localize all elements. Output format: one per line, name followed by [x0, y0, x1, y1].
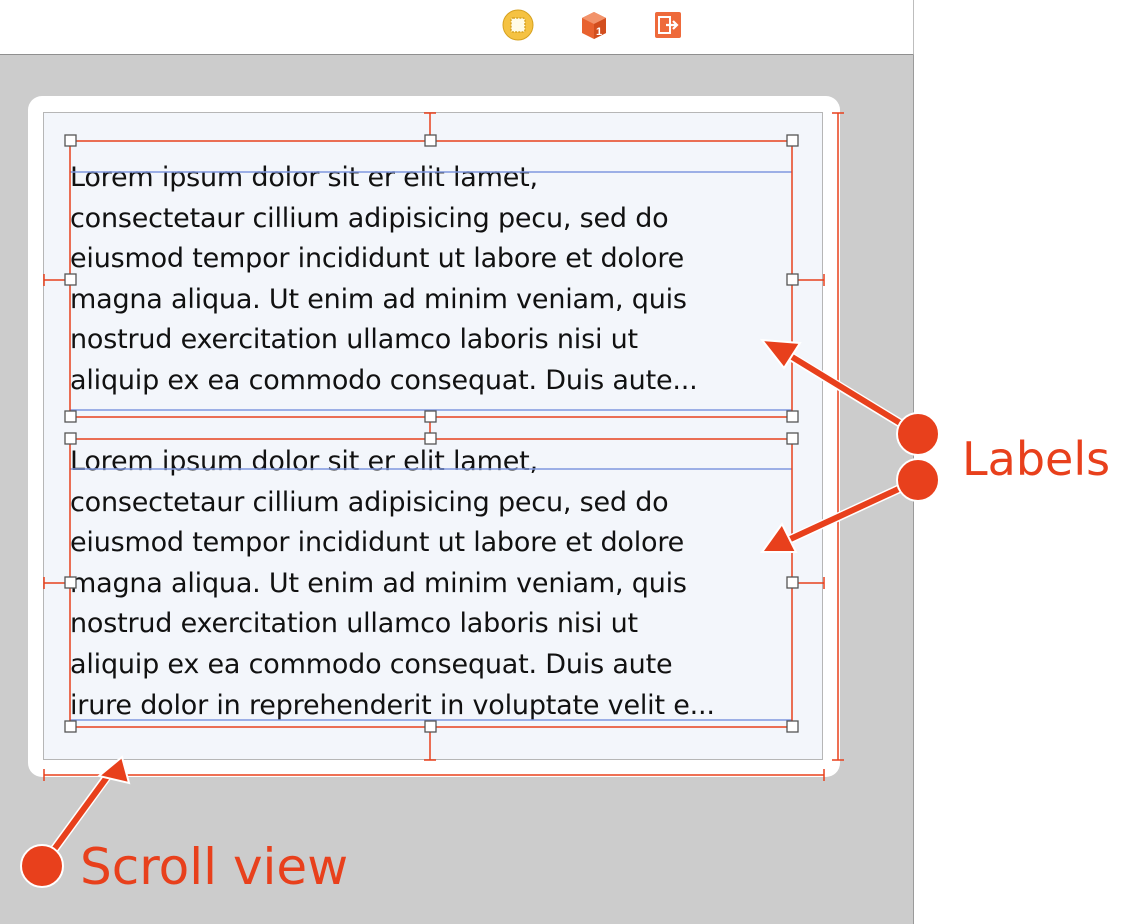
view-controller-icon[interactable]: [502, 9, 534, 41]
label-text-line: irure dolor in reprehenderit in voluptat…: [70, 689, 715, 721]
resize-handle[interactable]: [64, 134, 77, 147]
label-1[interactable]: Lorem ipsum dolor sit er elit lamet, con…: [70, 158, 794, 402]
label-text-line: aliquip ex ea commodo consequat. Duis au…: [70, 648, 673, 680]
resize-handle[interactable]: [64, 410, 77, 423]
first-responder-icon[interactable]: 1: [578, 9, 610, 41]
resize-handle[interactable]: [424, 410, 437, 423]
resize-handle[interactable]: [424, 134, 437, 147]
resize-handle[interactable]: [424, 720, 437, 733]
resize-handle[interactable]: [786, 720, 799, 733]
label-text-line: consectetaur cillium adipisicing pecu, s…: [70, 202, 669, 234]
label-text-line: nostrud exercitation ullamco laboris nis…: [70, 608, 638, 640]
exit-icon[interactable]: [652, 9, 684, 41]
resize-handle[interactable]: [424, 432, 437, 445]
label-text-line: eiusmod tempor incididunt ut labore et d…: [70, 243, 685, 275]
label-2[interactable]: Lorem ipsum dolor sit er elit lamet, con…: [70, 442, 794, 726]
label-text-line: eiusmod tempor incididunt ut labore et d…: [70, 527, 685, 559]
label-text-line: Lorem ipsum dolor sit er elit lamet,: [70, 446, 538, 477]
label-text-line: aliquip ex ea commodo consequat. Duis au…: [70, 364, 698, 396]
label-text-line: magna aliqua. Ut enim ad minim veniam, q…: [70, 283, 687, 315]
resize-handle[interactable]: [64, 720, 77, 733]
label-text-line: magna aliqua. Ut enim ad minim veniam, q…: [70, 567, 687, 599]
label-text-line: consectetaur cillium adipisicing pecu, s…: [70, 486, 669, 518]
resize-handle[interactable]: [786, 410, 799, 423]
label-text-line: Lorem ipsum dolor sit er elit lamet,: [70, 162, 538, 193]
resize-handle[interactable]: [786, 134, 799, 147]
scroll-view-annotation: Scroll view: [80, 838, 349, 896]
resize-handle[interactable]: [64, 576, 77, 589]
labels-annotation: Labels: [962, 432, 1111, 486]
label-text-line: nostrud exercitation ullamco laboris nis…: [70, 324, 638, 356]
resize-handle[interactable]: [64, 432, 77, 445]
resize-handle[interactable]: [786, 576, 799, 589]
svg-text:1: 1: [596, 26, 602, 38]
resize-handle[interactable]: [786, 273, 799, 286]
resize-handle[interactable]: [64, 273, 77, 286]
scene-dock: 1: [0, 0, 914, 55]
resize-handle[interactable]: [786, 432, 799, 445]
